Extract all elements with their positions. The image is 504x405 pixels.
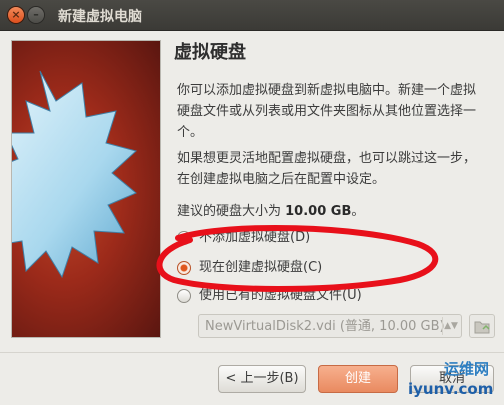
wizard-starburst-image: [11, 40, 161, 338]
recommended-size-value: 10.00 GB: [285, 204, 352, 219]
minimize-window-button[interactable]: –: [28, 7, 44, 23]
intro-text: 你可以添加虚拟硬盘到新虚拟电脑中。新建一个虚拟硬盘文件或从列表或用文件夹图标从其…: [177, 83, 477, 140]
button-separator: [0, 352, 504, 353]
radio-existing-disk[interactable]: [177, 289, 191, 303]
radio-no-disk[interactable]: [177, 231, 191, 245]
create-button[interactable]: 创建: [318, 365, 398, 393]
close-window-button[interactable]: ×: [8, 7, 24, 23]
recommended-suffix: 。: [351, 204, 365, 219]
existing-disk-value: NewVirtualDisk2.vdi (普通, 10.00 GB): [205, 319, 445, 334]
recommended-prefix: 建议的硬盘大小为: [177, 204, 286, 219]
watermark-url: iyunv.com: [408, 380, 494, 398]
title-bar: × – 新建虚拟电脑: [0, 0, 504, 31]
existing-disk-select[interactable]: NewVirtualDisk2.vdi (普通, 10.00 GB) ▲▼: [198, 314, 462, 338]
option-existing-disk-label: 使用已有的虚拟硬盘文件(U): [199, 288, 362, 303]
folder-icon: [474, 321, 490, 334]
skip-hint-text: 如果想更灵活地配置虚拟硬盘，也可以跳过这一步，在创建虚拟电脑之后在配置中设定。: [177, 151, 477, 187]
recommended-size-text: 建议的硬盘大小为 10.00 GB。: [177, 200, 364, 219]
starburst-shape: [12, 70, 138, 279]
watermark-text: 运维网: [444, 360, 490, 378]
choose-disk-folder-button[interactable]: [469, 314, 495, 338]
page-heading: 虚拟硬盘: [174, 42, 246, 63]
chevron-down-icon: ▲▼: [442, 317, 459, 335]
window-title: 新建虚拟电脑: [58, 9, 142, 25]
radio-create-disk[interactable]: [177, 261, 191, 275]
option-no-disk-label: 不添加虚拟硬盘(D): [199, 230, 311, 245]
back-button[interactable]: < 上一步(B): [218, 365, 306, 393]
option-create-disk-label: 现在创建虚拟硬盘(C): [199, 260, 323, 275]
